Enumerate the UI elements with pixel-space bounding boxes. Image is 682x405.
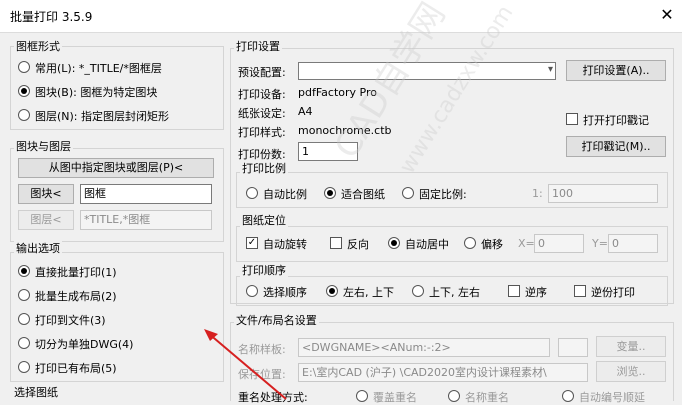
radio-label: 自动居中 xyxy=(405,238,449,251)
radio-label: 适合图纸 xyxy=(341,188,385,201)
pick-from-drawing-button[interactable]: 从图中指定图块或图层(P)< xyxy=(18,158,214,178)
layer-name-input[interactable]: *TITLE,*图框 xyxy=(80,210,212,230)
position-title: 图纸定位 xyxy=(240,212,288,228)
option-label: 图块(B): 图框为特定图块 xyxy=(35,86,158,99)
check-icon: ✓ xyxy=(246,237,258,249)
option-label: 直接批量打印(1) xyxy=(35,266,117,279)
style-label: 打印样式: xyxy=(238,126,286,139)
radio-icon xyxy=(326,285,338,297)
checkbox-icon xyxy=(508,285,520,297)
preset-label: 预设配置: xyxy=(238,66,286,79)
y-label: Y= xyxy=(592,237,608,250)
radio-icon xyxy=(388,237,400,249)
preset-select[interactable]: ▾ xyxy=(298,62,556,80)
checkbox-label: 逆序 xyxy=(525,286,547,299)
chevron-down-icon: ▾ xyxy=(547,64,553,75)
option-label: 切分为单独DWG(4) xyxy=(35,338,134,351)
radio-label: 自动比例 xyxy=(263,188,307,201)
radio-icon xyxy=(18,337,30,349)
name-extra-input[interactable] xyxy=(558,338,588,357)
browse-button[interactable]: 浏览.. xyxy=(596,361,666,382)
radio-icon xyxy=(448,390,460,402)
layer-pick-button[interactable]: 图层< xyxy=(18,210,74,230)
device-label: 打印设备: xyxy=(238,88,286,101)
radio-label: 上下, 左右 xyxy=(429,286,480,299)
print-settings-title: 打印设置 xyxy=(234,38,282,54)
option-label: 常用(L): *_TITLE/*图框层 xyxy=(35,62,162,75)
scale-title: 打印比例 xyxy=(240,160,288,176)
copies-input[interactable]: 1 xyxy=(298,142,358,161)
radio-icon xyxy=(412,285,424,297)
y-offset-input[interactable]: 0 xyxy=(608,234,658,253)
save-location-input[interactable]: E:\室内CAD (沪子) \CAD2020室内设计课程素材\ xyxy=(298,363,588,382)
x-label: X= xyxy=(518,237,535,250)
radio-icon xyxy=(18,265,30,277)
ratio-label: 1: xyxy=(532,187,543,200)
output-title: 输出选项 xyxy=(14,240,62,256)
radio-label: 偏移 xyxy=(481,238,503,251)
option-label: 批量生成布局(2) xyxy=(35,290,117,303)
checkbox-icon xyxy=(566,113,578,125)
radio-icon xyxy=(246,285,258,297)
radio-icon xyxy=(18,313,30,325)
paper-value: A4 xyxy=(298,105,313,118)
ratio-input[interactable]: 100 xyxy=(548,184,658,203)
variable-button[interactable]: 变量.. xyxy=(596,336,666,357)
checkbox-icon xyxy=(574,285,586,297)
close-icon[interactable]: ✕ xyxy=(656,4,678,26)
radio-label: 名称重名 xyxy=(465,391,509,404)
name-template-input[interactable]: <DWGNAME><ANum:-:2> xyxy=(298,338,550,357)
checkbox-label: 反向 xyxy=(347,238,369,251)
radio-icon xyxy=(464,237,476,249)
checkbox-label: 逆份打印 xyxy=(591,286,635,299)
block-name-input[interactable]: 图框 xyxy=(80,184,212,204)
paper-select-title: 选择图纸 xyxy=(14,386,58,399)
radio-label: 左右, 上下 xyxy=(343,286,394,299)
block-layer-title: 图块与图层 xyxy=(14,138,73,154)
order-title: 打印顺序 xyxy=(240,262,288,278)
device-value: pdfFactory Pro xyxy=(298,86,377,99)
option-label: 打印已有布局(5) xyxy=(35,362,117,375)
window-title: 批量打印 3.5.9 xyxy=(10,10,93,24)
x-offset-input[interactable]: 0 xyxy=(534,234,584,253)
print-setup-button[interactable]: 打印设置(A).. xyxy=(566,60,666,81)
style-value: monochrome.ctb xyxy=(298,124,392,137)
radio-icon xyxy=(18,361,30,373)
radio-icon xyxy=(246,187,258,199)
radio-label: 选择顺序 xyxy=(263,286,307,299)
radio-icon xyxy=(356,390,368,402)
print-stamp-button[interactable]: 打印戳记(M).. xyxy=(566,136,666,157)
title-bar xyxy=(0,0,682,32)
radio-icon xyxy=(402,187,414,199)
title-divider xyxy=(0,32,682,33)
option-label: 图层(N): 指定图层封闭矩形 xyxy=(35,110,170,123)
radio-label: 固定比例: xyxy=(419,188,467,201)
paper-label: 纸张设定: xyxy=(238,107,286,120)
checkbox-label: 自动旋转 xyxy=(263,238,307,251)
checkbox-icon xyxy=(330,237,342,249)
radio-icon xyxy=(18,109,30,121)
frame-style-title: 图框形式 xyxy=(14,38,62,54)
option-label: 打印到文件(3) xyxy=(35,314,106,327)
radio-icon xyxy=(18,289,30,301)
radio-icon xyxy=(18,61,30,73)
radio-label: 覆盖重名 xyxy=(373,391,417,404)
block-pick-button[interactable]: 图块< xyxy=(18,184,74,204)
radio-label: 自动编号顺延 xyxy=(579,391,645,404)
radio-icon xyxy=(324,187,336,199)
radio-icon xyxy=(18,85,30,97)
radio-icon xyxy=(562,390,574,402)
checkbox-label: 打开打印戳记 xyxy=(583,114,649,127)
annotation-arrow-icon xyxy=(204,329,287,400)
